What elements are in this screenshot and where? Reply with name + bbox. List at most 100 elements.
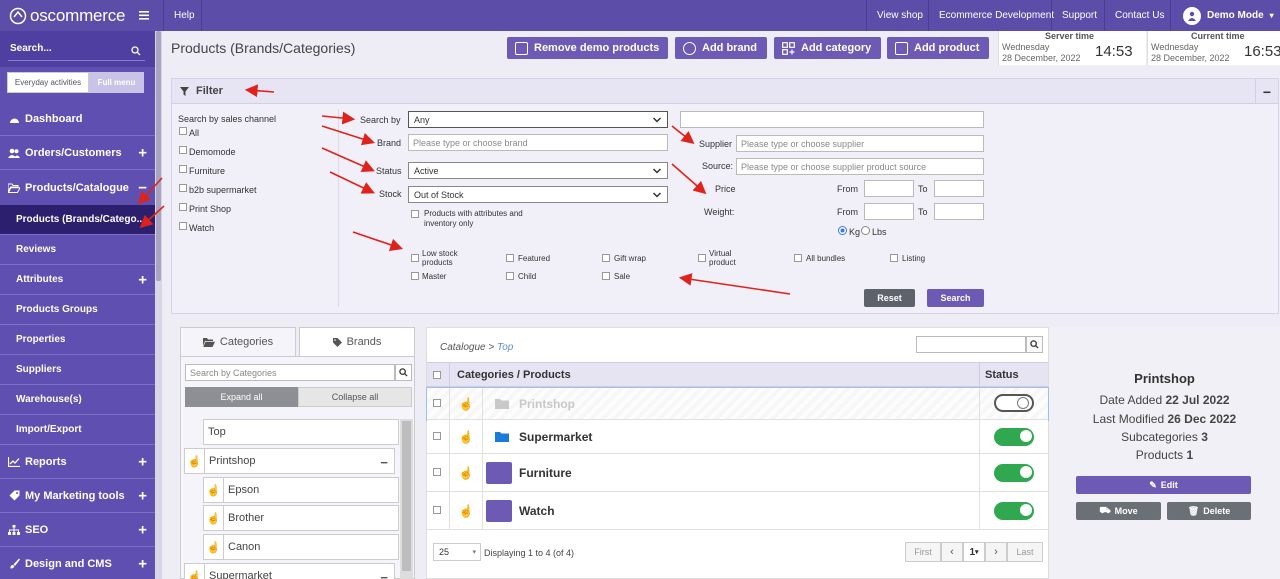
drag-handle-icon[interactable]: ☝ <box>204 478 224 502</box>
tab-everyday-activities[interactable]: Everyday activities <box>7 72 89 93</box>
child-checkbox[interactable] <box>506 272 514 280</box>
search-icon[interactable] <box>131 46 141 56</box>
row-checkbox[interactable] <box>433 506 441 514</box>
row-name[interactable]: Printshop <box>519 397 575 411</box>
sidebar-item-orders[interactable]: Orders/Customers + <box>0 136 155 170</box>
low-stock-checkbox[interactable] <box>411 254 419 262</box>
row-name[interactable]: Furniture <box>519 466 572 480</box>
price-to-input[interactable] <box>934 180 984 197</box>
drag-handle-icon[interactable]: ☝ <box>185 449 205 473</box>
kg-radio[interactable] <box>838 226 847 235</box>
weight-to-input[interactable] <box>934 203 984 220</box>
attributes-inventory-checkbox[interactable] <box>411 210 419 218</box>
channel-b2b-checkbox[interactable] <box>179 184 187 192</box>
listing-checkbox[interactable] <box>890 254 898 262</box>
brand-input[interactable]: Please type or choose brand <box>408 134 668 151</box>
hamburger-menu-icon[interactable] <box>137 8 151 22</box>
collapse-minus-icon[interactable]: − <box>380 455 388 470</box>
view-shop-link[interactable]: View shop <box>866 0 933 31</box>
table-row[interactable]: ☝ Printshop <box>426 387 1049 421</box>
price-from-input[interactable] <box>864 180 914 197</box>
row-checkbox[interactable] <box>433 432 441 440</box>
tree-scrollbar-thumb[interactable] <box>402 421 411 571</box>
filter-collapse-button[interactable]: − <box>1255 79 1278 104</box>
sidebar-item-suppliers[interactable]: Suppliers <box>0 355 155 385</box>
add-product-button[interactable]: Add product <box>887 37 989 59</box>
sidebar-item-reports[interactable]: Reports + <box>0 445 155 479</box>
sidebar-item-design-cms[interactable]: Design and CMS + <box>0 547 155 579</box>
collapse-minus-icon[interactable]: − <box>380 570 388 579</box>
add-brand-button[interactable]: Add brand <box>675 37 767 59</box>
drag-handle-icon[interactable]: ☝ <box>450 492 483 529</box>
table-row[interactable]: ☝ Watch <box>427 492 1048 530</box>
stock-select[interactable]: Out of Stock <box>408 186 668 203</box>
filter-header[interactable]: Filter − <box>172 79 1278 104</box>
help-link[interactable]: Help <box>163 0 205 31</box>
expand-plus-icon[interactable]: + <box>138 555 147 572</box>
master-checkbox[interactable] <box>411 272 419 280</box>
drag-handle-icon[interactable]: ☝ <box>450 388 483 419</box>
status-toggle-on[interactable] <box>994 428 1034 446</box>
drag-handle-icon[interactable]: ☝ <box>204 535 224 559</box>
sidebar-item-seo[interactable]: SEO + <box>0 513 155 547</box>
supplier-input[interactable]: Please type or choose supplier <box>736 135 984 152</box>
status-toggle-off[interactable] <box>994 394 1034 412</box>
tree-node-printshop[interactable]: ☝ Printshop − <box>184 448 395 474</box>
sidebar-item-reviews[interactable]: Reviews <box>0 235 155 265</box>
tab-categories[interactable]: Categories <box>180 327 296 357</box>
breadcrumb-top-link[interactable]: Top <box>497 342 513 353</box>
expand-plus-icon[interactable]: + <box>138 271 147 288</box>
contact-us-link[interactable]: Contact Us <box>1104 0 1174 31</box>
channel-all-checkbox[interactable] <box>179 127 187 135</box>
tree-scrollbar[interactable] <box>400 419 413 579</box>
sidebar-scrollbar[interactable] <box>155 31 162 579</box>
sidebar-item-marketing[interactable]: My Marketing tools + <box>0 479 155 513</box>
row-checkbox[interactable] <box>433 399 441 407</box>
lbs-radio[interactable] <box>861 226 870 235</box>
sidebar-item-products-brands-categories[interactable]: Products (Brands/Catego... <box>0 205 155 235</box>
sidebar-item-attributes[interactable]: Attributes + <box>0 265 155 295</box>
status-toggle-on[interactable] <box>994 502 1034 520</box>
drag-handle-icon[interactable]: ☝ <box>450 420 483 453</box>
ecommerce-development-link[interactable]: Ecommerce Development <box>928 0 1064 31</box>
tree-node-supermarket[interactable]: ☝ Supermarket − <box>184 563 395 579</box>
category-search-button[interactable] <box>395 364 412 381</box>
row-checkbox[interactable] <box>433 468 441 476</box>
first-page-button[interactable]: First <box>905 542 941 562</box>
sidebar-item-import-export[interactable]: Import/Export <box>0 415 155 445</box>
delete-button[interactable]: 🗑 Delete <box>1167 502 1251 520</box>
channel-furniture-checkbox[interactable] <box>179 165 187 173</box>
expand-plus-icon[interactable]: + <box>138 453 147 470</box>
status-select[interactable]: Active <box>408 162 668 179</box>
weight-from-input[interactable] <box>864 203 914 220</box>
channel-printshop-checkbox[interactable] <box>179 203 187 211</box>
collapse-minus-icon[interactable]: − <box>138 179 147 196</box>
gift-wrap-checkbox[interactable] <box>602 254 610 262</box>
expand-all-button[interactable]: Expand all <box>185 387 298 407</box>
select-all-checkbox[interactable] <box>433 371 441 379</box>
virtual-product-checkbox[interactable] <box>698 254 706 262</box>
product-search-button[interactable] <box>1026 336 1043 353</box>
tree-node-canon[interactable]: ☝ Canon <box>203 534 399 560</box>
sidebar-search-input[interactable]: Search... <box>10 43 52 54</box>
user-menu[interactable]: Demo Mode ▾ <box>1170 0 1280 31</box>
drag-handle-icon[interactable]: ☝ <box>185 564 205 579</box>
page-select[interactable]: 1 ▾ <box>963 542 985 562</box>
move-button[interactable]: ⛟ Move <box>1076 502 1161 520</box>
sidebar-item-dashboard[interactable]: Dashboard <box>0 102 155 136</box>
channel-demomode-checkbox[interactable] <box>179 146 187 154</box>
category-search-input[interactable]: Search by Categories <box>185 364 395 381</box>
row-name[interactable]: Watch <box>519 504 555 518</box>
row-name[interactable]: Supermarket <box>519 430 592 444</box>
tree-node-brother[interactable]: ☝ Brother <box>203 505 399 531</box>
sidebar-search[interactable]: Search... <box>0 31 155 67</box>
sale-checkbox[interactable] <box>602 272 610 280</box>
last-page-button[interactable]: Last <box>1007 542 1043 562</box>
sidebar-item-warehouses[interactable]: Warehouse(s) <box>0 385 155 415</box>
reset-button[interactable]: Reset <box>864 289 915 307</box>
add-category-button[interactable]: Add category <box>774 37 881 59</box>
search-button[interactable]: Search <box>927 289 984 307</box>
table-row[interactable]: ☝ Supermarket <box>427 420 1048 454</box>
collapse-all-button[interactable]: Collapse all <box>298 387 412 407</box>
prev-page-button[interactable]: ‹ <box>941 542 963 562</box>
